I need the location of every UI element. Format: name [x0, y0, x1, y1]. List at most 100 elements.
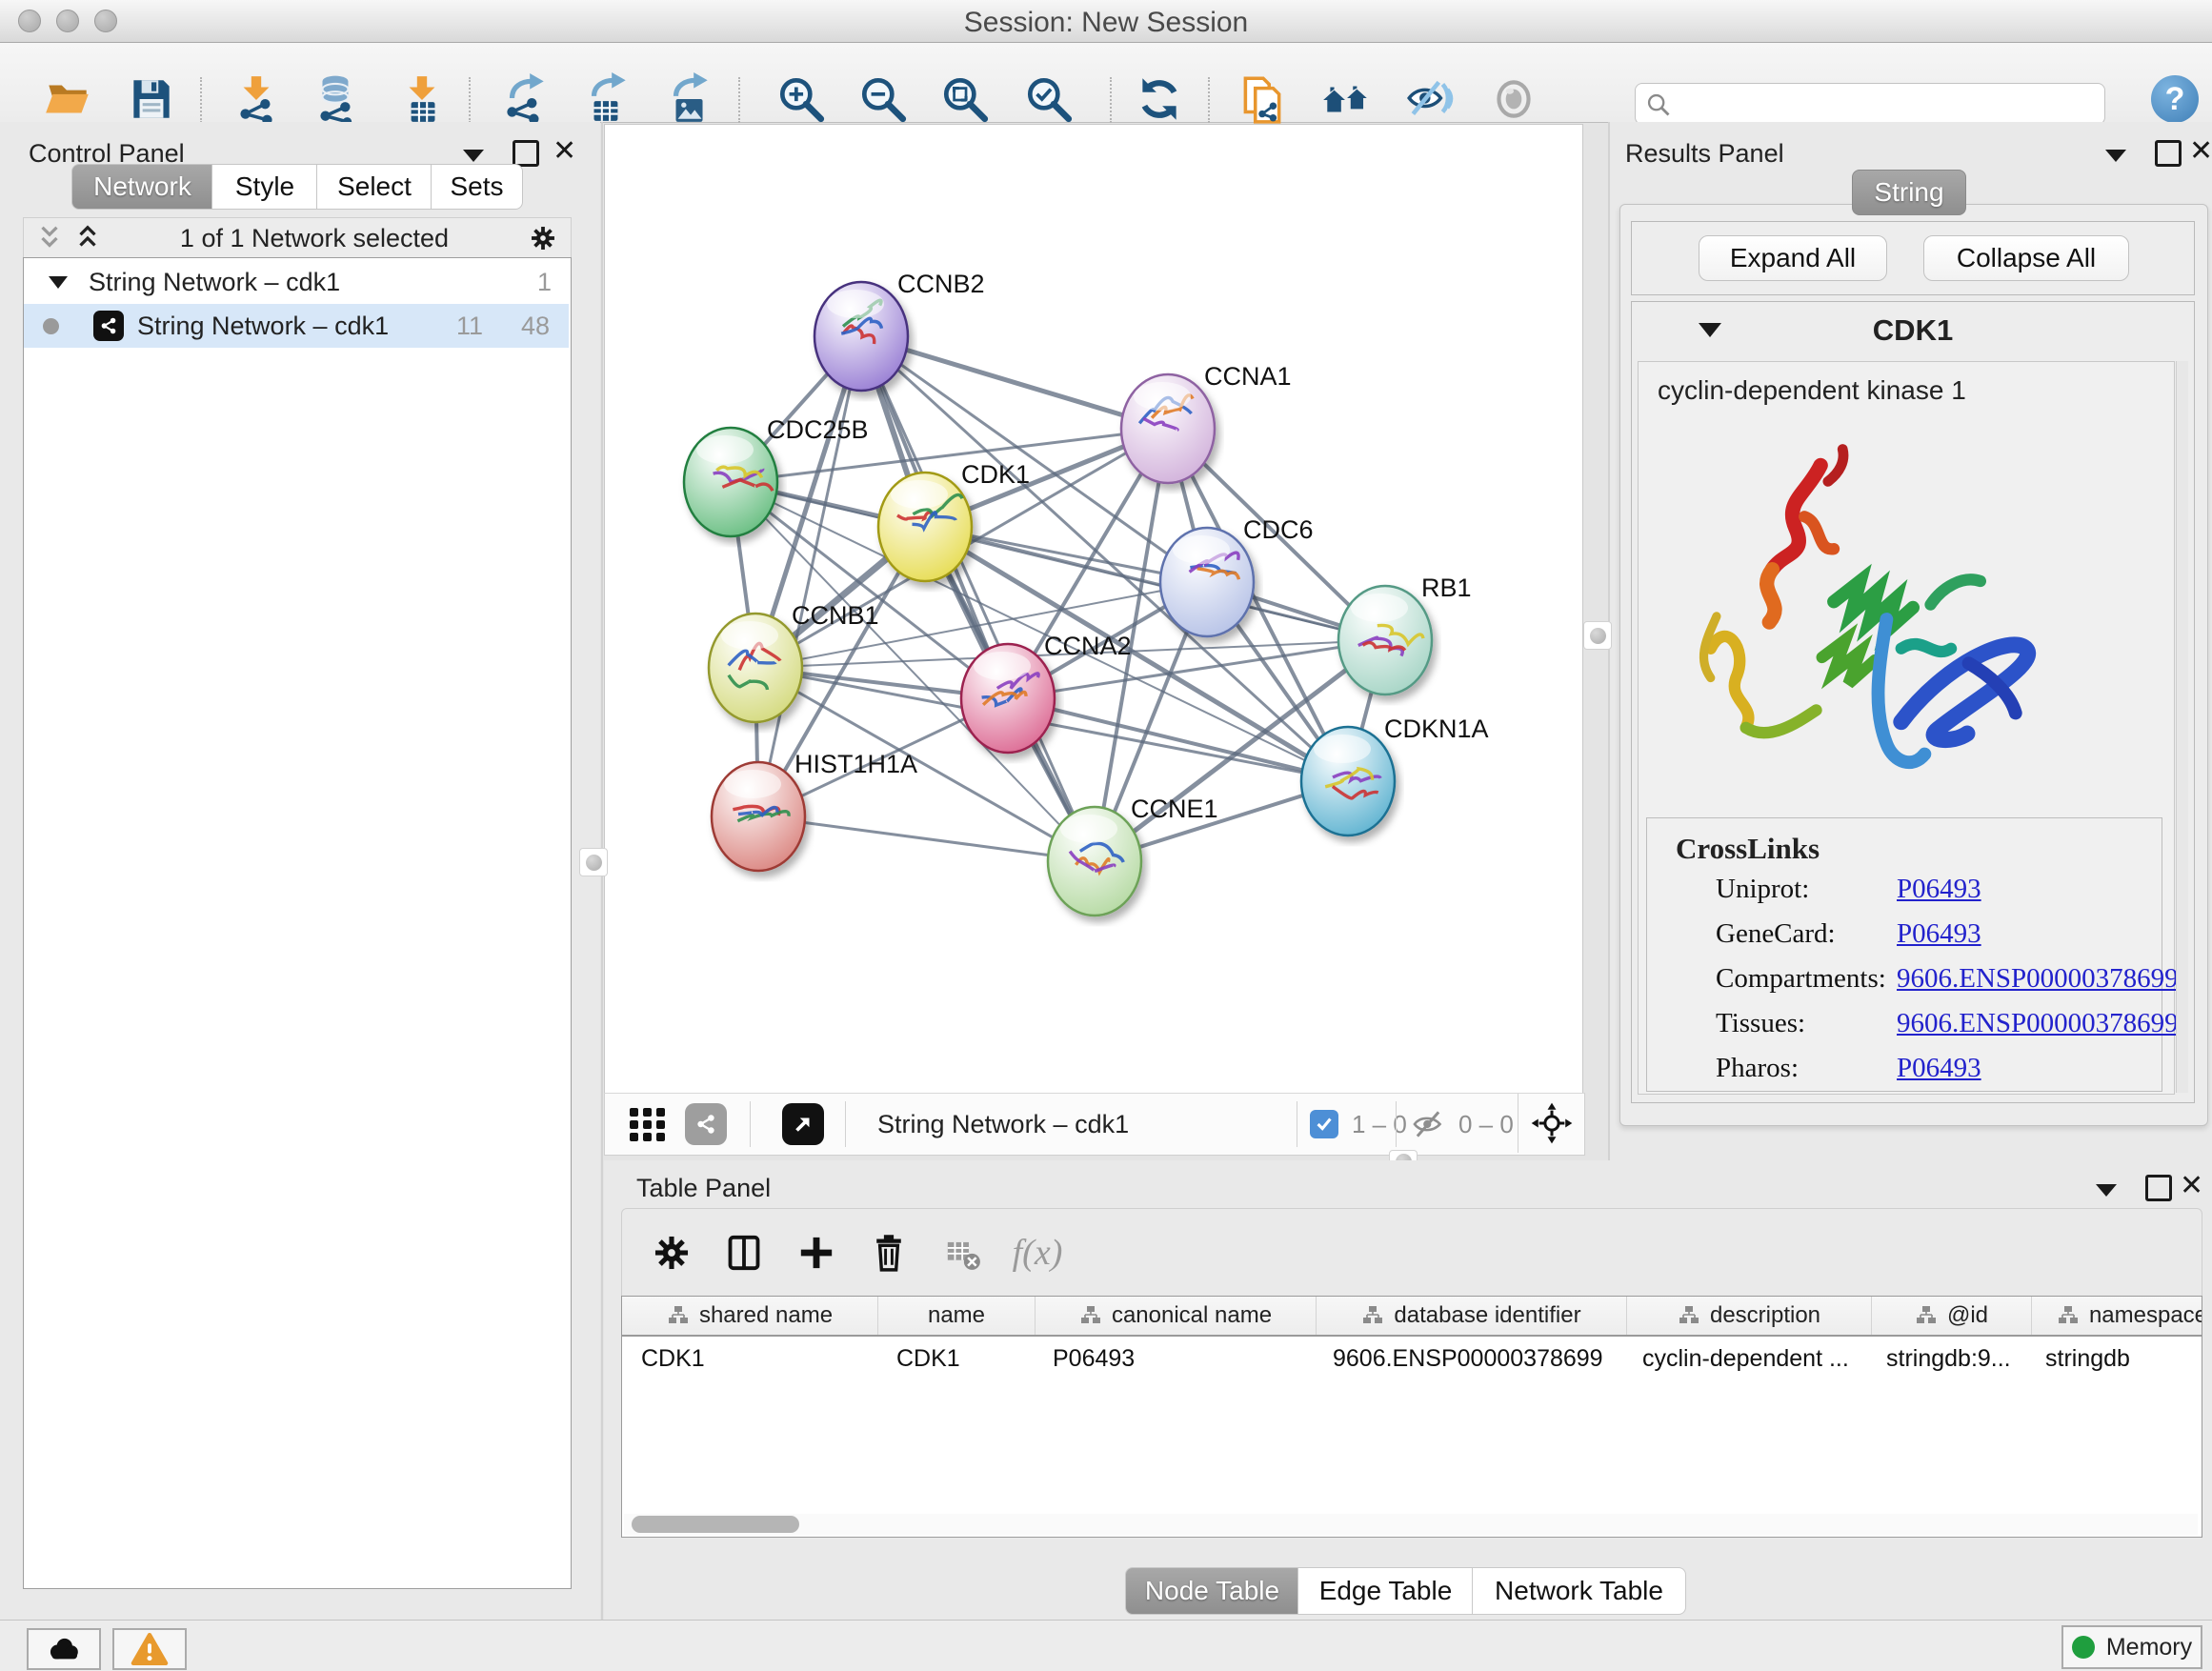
node-CDKN1A[interactable]: CDKN1A: [1301, 715, 1489, 836]
column-header-namespace[interactable]: namespace: [2032, 1297, 2202, 1335]
network-collection-row[interactable]: String Network – cdk1 1: [24, 260, 569, 304]
apply-layout-button[interactable]: [1132, 71, 1187, 127]
memory-button[interactable]: Memory: [2061, 1625, 2202, 1669]
hidden-eye-icon[interactable]: [1409, 1105, 1447, 1143]
save-session-button[interactable]: [124, 71, 179, 127]
edge-HIST1H1A-CCNE1[interactable]: [758, 816, 1095, 861]
scrollbar-thumb[interactable]: [632, 1516, 799, 1533]
cell[interactable]: CDK1: [877, 1337, 1034, 1380]
network-canvas[interactable]: CCNB2CCNA1CDC25BCDK1CDC6RB1CCNB1CCNA2CDK…: [604, 124, 1583, 1094]
show-columns-button[interactable]: [717, 1226, 771, 1279]
crosslink-link[interactable]: P06493: [1897, 874, 1981, 905]
node-HIST1H1A[interactable]: HIST1H1A: [712, 750, 917, 871]
table-toolbar: f(x): [621, 1208, 2202, 1297]
tab-network[interactable]: Network: [71, 164, 213, 210]
column-header-shared-name[interactable]: shared name: [622, 1297, 878, 1335]
zoom-out-button[interactable]: [855, 71, 911, 127]
export-table-button[interactable]: [579, 71, 634, 127]
cell[interactable]: stringdb: [2026, 1337, 2202, 1380]
search-input[interactable]: [1679, 88, 2093, 120]
control-panel-close-button[interactable]: ✕: [553, 137, 576, 166]
show-all-button[interactable]: [1486, 71, 1541, 127]
zoom-selected-button[interactable]: [1021, 71, 1076, 127]
cloud-status-button[interactable]: [27, 1628, 101, 1670]
column-header-canonical-name[interactable]: canonical name: [1036, 1297, 1317, 1335]
zoom-in-button[interactable]: [774, 71, 829, 127]
expand-all-button[interactable]: Expand All: [1699, 235, 1887, 281]
tab-sets[interactable]: Sets: [431, 164, 523, 210]
column-header-database-identifier[interactable]: database identifier: [1317, 1297, 1627, 1335]
share-view-button[interactable]: [685, 1103, 727, 1145]
cell[interactable]: cyclin-dependent ...: [1623, 1337, 1867, 1380]
tab-string[interactable]: String: [1852, 170, 1966, 215]
open-view-button[interactable]: [782, 1103, 824, 1145]
network-row-selected[interactable]: String Network – cdk1 11 48: [24, 304, 569, 348]
import-network-file-button[interactable]: [229, 71, 284, 127]
crosslink-link[interactable]: 9606.ENSP00000378699: [1897, 963, 2179, 995]
results-panel-maximize-button[interactable]: [2155, 139, 2182, 168]
cell[interactable]: CDK1: [622, 1337, 877, 1380]
table-settings-button[interactable]: [645, 1226, 698, 1279]
open-session-button[interactable]: [40, 71, 95, 127]
table-panel-close-button[interactable]: ✕: [2180, 1172, 2203, 1200]
results-panel-float-button[interactable]: [2105, 141, 2126, 170]
gear-icon[interactable]: [527, 222, 559, 254]
add-column-button[interactable]: [790, 1226, 843, 1279]
import-table-button[interactable]: [394, 71, 450, 127]
help-button[interactable]: ?: [2151, 75, 2199, 123]
column-header-name[interactable]: name: [878, 1297, 1036, 1335]
collapse-all-icon[interactable]: [35, 224, 64, 252]
cell[interactable]: P06493: [1034, 1337, 1314, 1380]
table-hscrollbar[interactable]: [624, 1514, 2198, 1535]
tab-node-table[interactable]: Node Table: [1125, 1567, 1299, 1615]
crosslink-label: Pharos:: [1716, 1053, 1799, 1084]
node-label-CDC6: CDC6: [1243, 515, 1314, 544]
search-icon: [1645, 91, 1672, 118]
cell[interactable]: 9606.ENSP00000378699: [1314, 1337, 1623, 1380]
node-CCNB1[interactable]: CCNB1: [709, 601, 879, 722]
results-panel-close-button[interactable]: ✕: [2189, 137, 2212, 166]
table-panel-float-button[interactable]: [2096, 1176, 2117, 1204]
table-panel-maximize-button[interactable]: [2145, 1174, 2172, 1202]
tab-select[interactable]: Select: [316, 164, 432, 210]
column-header-@id[interactable]: @id: [1872, 1297, 2032, 1335]
right-splitter-handle[interactable]: [1583, 621, 1612, 650]
grid-view-button[interactable]: [628, 1103, 668, 1145]
crosslink-link[interactable]: P06493: [1897, 1053, 1981, 1084]
hide-selected-button[interactable]: [1402, 71, 1458, 127]
export-network-button[interactable]: [497, 71, 553, 127]
collection-collapse-icon[interactable]: [49, 276, 68, 289]
tab-style[interactable]: Style: [211, 164, 318, 210]
left-splitter-handle[interactable]: [579, 848, 608, 876]
function-builder-button[interactable]: f(x): [1011, 1226, 1064, 1279]
delete-column-button[interactable]: [862, 1226, 915, 1279]
selected-checkbox-icon[interactable]: [1310, 1110, 1338, 1138]
collapse-all-button[interactable]: Collapse All: [1923, 235, 2129, 281]
column-header-description[interactable]: description: [1627, 1297, 1872, 1335]
table-row[interactable]: CDK1CDK1P064939606.ENSP00000378699cyclin…: [622, 1337, 2202, 1380]
zoom-fit-button[interactable]: [937, 71, 993, 127]
crosslink-link[interactable]: 9606.ENSP00000378699: [1897, 1008, 2179, 1039]
node-CCNE1[interactable]: CCNE1: [1048, 795, 1218, 916]
netbar-separator: [845, 1101, 846, 1147]
import-network-database-button[interactable]: [309, 71, 364, 127]
expand-all-icon[interactable]: [73, 224, 102, 252]
network-graph[interactable]: CCNB2CCNA1CDC25BCDK1CDC6RB1CCNB1CCNA2CDK…: [605, 125, 1582, 1093]
node-RB1[interactable]: RB1: [1338, 574, 1472, 695]
cell[interactable]: stringdb:9...: [1867, 1337, 2026, 1380]
results-scrollbar[interactable]: [2176, 361, 2188, 1093]
titlebar: Session: New Session: [0, 0, 2212, 43]
edge-CCNB2-CCNE1[interactable]: [861, 336, 1095, 861]
export-image-button[interactable]: [661, 71, 716, 127]
toolbar-separator: [1110, 77, 1112, 123]
node-label-CDK1: CDK1: [961, 460, 1030, 489]
tab-network-table[interactable]: Network Table: [1472, 1567, 1686, 1615]
tab-edge-table[interactable]: Edge Table: [1297, 1567, 1474, 1615]
edge-CCNB2-HIST1H1A[interactable]: [758, 336, 861, 816]
delete-table-button[interactable]: [936, 1226, 990, 1279]
crosslink-link[interactable]: P06493: [1897, 918, 1981, 950]
birds-eye-toggle[interactable]: [1518, 1094, 1585, 1153]
home-networks-button[interactable]: [1318, 71, 1374, 127]
warnings-button[interactable]: [112, 1628, 187, 1670]
network-from-document-button[interactable]: [1235, 71, 1290, 127]
